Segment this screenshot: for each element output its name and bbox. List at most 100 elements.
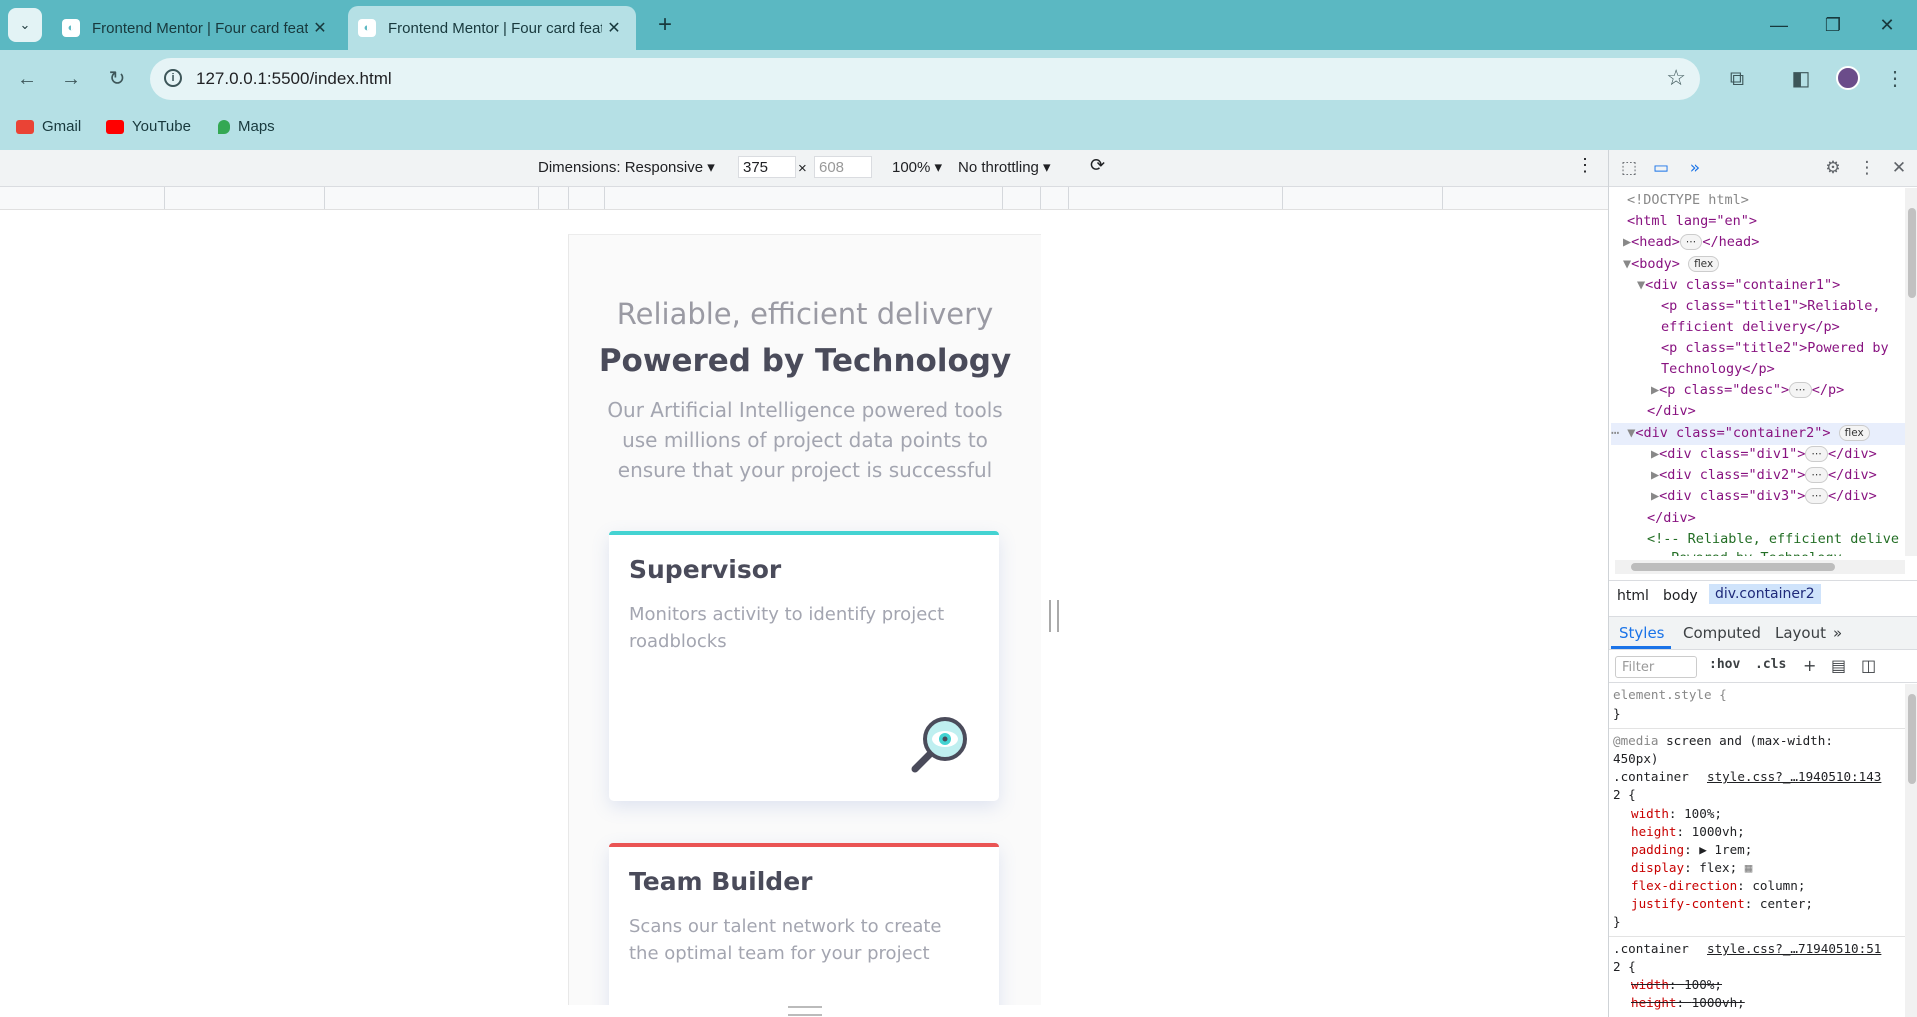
elements-scrollbar[interactable] xyxy=(1905,188,1917,556)
prop-width[interactable]: width: 100%; xyxy=(1631,805,1722,824)
dom-container1[interactable]: ▼<div class="container1"> xyxy=(1637,275,1840,297)
dom-div2[interactable]: ▶<div class="div2"> ⋯ </div> xyxy=(1651,465,1877,487)
devtools-menu-icon[interactable]: ⋮ xyxy=(1855,156,1879,180)
chevron-down-icon: ⌄ xyxy=(19,17,31,32)
elements-tree[interactable]: <!DOCTYPE html> <html lang="en"> ▶<head>… xyxy=(1609,188,1905,556)
width-input[interactable]: 375 xyxy=(738,156,796,178)
emulated-device-viewport: Reliable, efficient delivery Powered by … xyxy=(568,234,1041,1005)
viewport-area: Reliable, efficient delivery Powered by … xyxy=(0,210,1608,1017)
side-panel-icon[interactable]: ◧ xyxy=(1786,64,1816,94)
rule1-source[interactable]: style.css?_…1940510:143 xyxy=(1707,768,1881,787)
more-tabs-icon[interactable]: » xyxy=(1683,156,1707,180)
devtools-toolbar: ⬚ ▭ » ⚙ ⋮ ✕ xyxy=(1609,150,1917,187)
tab-styles[interactable]: Styles xyxy=(1619,624,1665,642)
dom-head[interactable]: ▶<head> ⋯ </head> xyxy=(1623,232,1759,254)
styles-scrollbar[interactable] xyxy=(1905,684,1917,1017)
tab-1[interactable]: ◐ Frontend Mentor | Four card feature se… xyxy=(52,6,342,50)
elements-hscrollbar[interactable] xyxy=(1615,560,1905,574)
prop-width-overridden[interactable]: width: 100%; xyxy=(1631,976,1722,995)
rotate-icon[interactable]: ⟳ xyxy=(1090,155,1105,176)
menu-dots-icon[interactable]: ⋮ xyxy=(1880,64,1910,94)
crumb-body[interactable]: body xyxy=(1663,588,1698,604)
prop-height-overridden[interactable]: height: 1000vh; xyxy=(1631,994,1745,1013)
dom-div-close: </div> xyxy=(1647,403,1696,419)
tab-title: Frontend Mentor | Four card feature sect… xyxy=(388,19,602,37)
reload-icon[interactable]: ↻ xyxy=(100,62,134,96)
more-options-icon[interactable]: ⋮ xyxy=(1576,155,1594,176)
rule2-source[interactable]: style.css?_…71940510:51 xyxy=(1707,940,1881,959)
close-devtools-icon[interactable]: ✕ xyxy=(1887,156,1911,180)
styles-filter-input[interactable]: Filter xyxy=(1615,656,1697,678)
dom-html[interactable]: <html lang="en"> xyxy=(1627,211,1757,233)
supervisor-magnifier-icon xyxy=(911,717,967,773)
bookmark-gmail[interactable]: Gmail xyxy=(16,118,81,135)
forward-icon[interactable]: → xyxy=(54,62,88,96)
zoom-dropdown[interactable]: 100% ▾ xyxy=(892,158,942,176)
dom-title1[interactable]: <p class="title1">Reliable, xyxy=(1661,296,1880,318)
minimize-icon[interactable]: — xyxy=(1754,8,1804,42)
bookmark-maps[interactable]: Maps xyxy=(218,118,275,135)
youtube-icon xyxy=(106,119,124,134)
prop-padding[interactable]: padding: ▶ 1rem; xyxy=(1631,841,1752,860)
active-tab-underline xyxy=(1611,646,1671,649)
bookmark-label: Gmail xyxy=(42,118,82,135)
new-tab-button[interactable]: + xyxy=(650,10,680,40)
crumb-div-container2[interactable]: div.container2 xyxy=(1709,584,1821,604)
card-team-builder: Team Builder Scans our talent network to… xyxy=(609,843,999,1005)
media-query-ruler[interactable] xyxy=(0,187,1608,210)
cls-button[interactable]: .cls xyxy=(1755,657,1786,672)
settings-gear-icon[interactable]: ⚙ xyxy=(1821,156,1845,180)
resize-handle-bottom[interactable] xyxy=(788,1006,822,1016)
back-icon[interactable]: ← xyxy=(10,62,44,96)
card-accent-bar xyxy=(609,843,999,847)
dimensions-dropdown[interactable]: Dimensions: Responsive ▾ xyxy=(538,158,715,176)
site-info-icon[interactable]: i xyxy=(164,69,182,87)
dom-body[interactable]: ▼<body> flex xyxy=(1623,254,1720,276)
dom-desc[interactable]: ▶<p class="desc"> ⋯ </p> xyxy=(1651,380,1844,402)
profile-avatar[interactable] xyxy=(1836,66,1860,90)
close-window-icon[interactable]: ✕ xyxy=(1862,8,1912,42)
dom-div1[interactable]: ▶<div class="div1"> ⋯ </div> xyxy=(1651,444,1877,466)
close-tab-icon[interactable]: ✕ xyxy=(602,18,626,38)
tab-layout[interactable]: Layout xyxy=(1775,624,1826,642)
tab-computed[interactable]: Computed xyxy=(1683,624,1761,642)
new-rule-icon[interactable]: + xyxy=(1803,656,1816,675)
throttling-dropdown[interactable]: No throttling ▾ xyxy=(958,158,1051,176)
url-text[interactable]: 127.0.0.1:5500/index.html xyxy=(196,69,392,89)
tab-2-active[interactable]: ◐ Frontend Mentor | Four card feature se… xyxy=(348,6,636,50)
breadcrumb: html body div.container2 xyxy=(1609,580,1917,611)
dom-div3[interactable]: ▶<div class="div3"> ⋯ </div> xyxy=(1651,486,1877,508)
device-toggle-icon[interactable]: ▭ xyxy=(1649,156,1673,180)
media-query-cont: 450px) xyxy=(1613,751,1659,766)
restore-icon[interactable]: ❐ xyxy=(1808,8,1858,42)
bookmark-star-icon[interactable]: ☆ xyxy=(1666,65,1686,91)
resize-handle-right[interactable] xyxy=(1049,600,1059,632)
more-style-tabs-icon[interactable]: » xyxy=(1833,624,1842,642)
crumb-html[interactable]: html xyxy=(1617,588,1649,604)
sidebar-toggle-icon[interactable]: ◫ xyxy=(1861,656,1876,675)
maps-icon xyxy=(218,119,230,134)
prop-height[interactable]: height: 1000vh; xyxy=(1631,823,1745,842)
prop-display[interactable]: display: flex; ▦ xyxy=(1631,859,1752,878)
tab-title: Frontend Mentor | Four card feature sect… xyxy=(92,19,308,37)
height-input[interactable]: 608 xyxy=(814,156,872,178)
rule2-brace: 2 { xyxy=(1613,959,1636,974)
rule-close: } xyxy=(1613,706,1621,721)
address-bar[interactable]: i 127.0.0.1:5500/index.html ☆ xyxy=(150,58,1700,100)
dom-title2[interactable]: <p class="title2">Powered by xyxy=(1661,338,1889,360)
media-query: @media screen and (max-width: xyxy=(1613,733,1833,748)
paint-icon[interactable]: ▤ xyxy=(1831,656,1846,675)
device-toolbar: Dimensions: Responsive ▾ 375 × 608 100% … xyxy=(0,150,1608,187)
extensions-icon[interactable]: ⧉ xyxy=(1722,64,1752,94)
inspect-element-icon[interactable]: ⬚ xyxy=(1617,156,1641,180)
close-tab-icon[interactable]: ✕ xyxy=(308,18,332,38)
card-description: Scans our talent network to create the o… xyxy=(629,916,942,964)
bookmark-youtube[interactable]: YouTube xyxy=(106,118,191,135)
tab-search-button[interactable]: ⌄ xyxy=(8,8,42,42)
element-style-selector: element.style { xyxy=(1613,687,1727,702)
dom-container2-selected[interactable]: ⋯ ▼<div class="container2"> flex xyxy=(1611,423,1905,445)
styles-pane[interactable]: element.style { } @media screen and (max… xyxy=(1609,684,1905,1017)
prop-flex-direction[interactable]: flex-direction: column; xyxy=(1631,877,1805,896)
hov-button[interactable]: :hov xyxy=(1709,657,1740,672)
prop-justify-content[interactable]: justify-content: center; xyxy=(1631,895,1813,914)
